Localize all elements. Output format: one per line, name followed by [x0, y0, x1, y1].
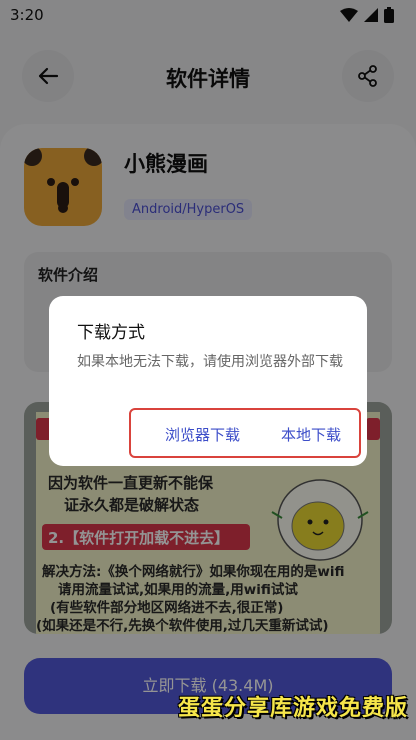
- dialog-title: 下载方式: [77, 323, 145, 343]
- download-method-dialog: 下载方式 如果本地无法下载，请使用浏览器外部下载 浏览器下载 本地下载: [49, 296, 367, 466]
- local-download-button[interactable]: 本地下载: [281, 424, 341, 445]
- dialog-actions-highlight: 浏览器下载 本地下载: [129, 408, 361, 458]
- browser-download-button[interactable]: 浏览器下载: [165, 424, 240, 445]
- dialog-message: 如果本地无法下载，请使用浏览器外部下载: [77, 354, 343, 370]
- watermark-text: 蛋蛋分享库游戏免费版: [177, 696, 408, 721]
